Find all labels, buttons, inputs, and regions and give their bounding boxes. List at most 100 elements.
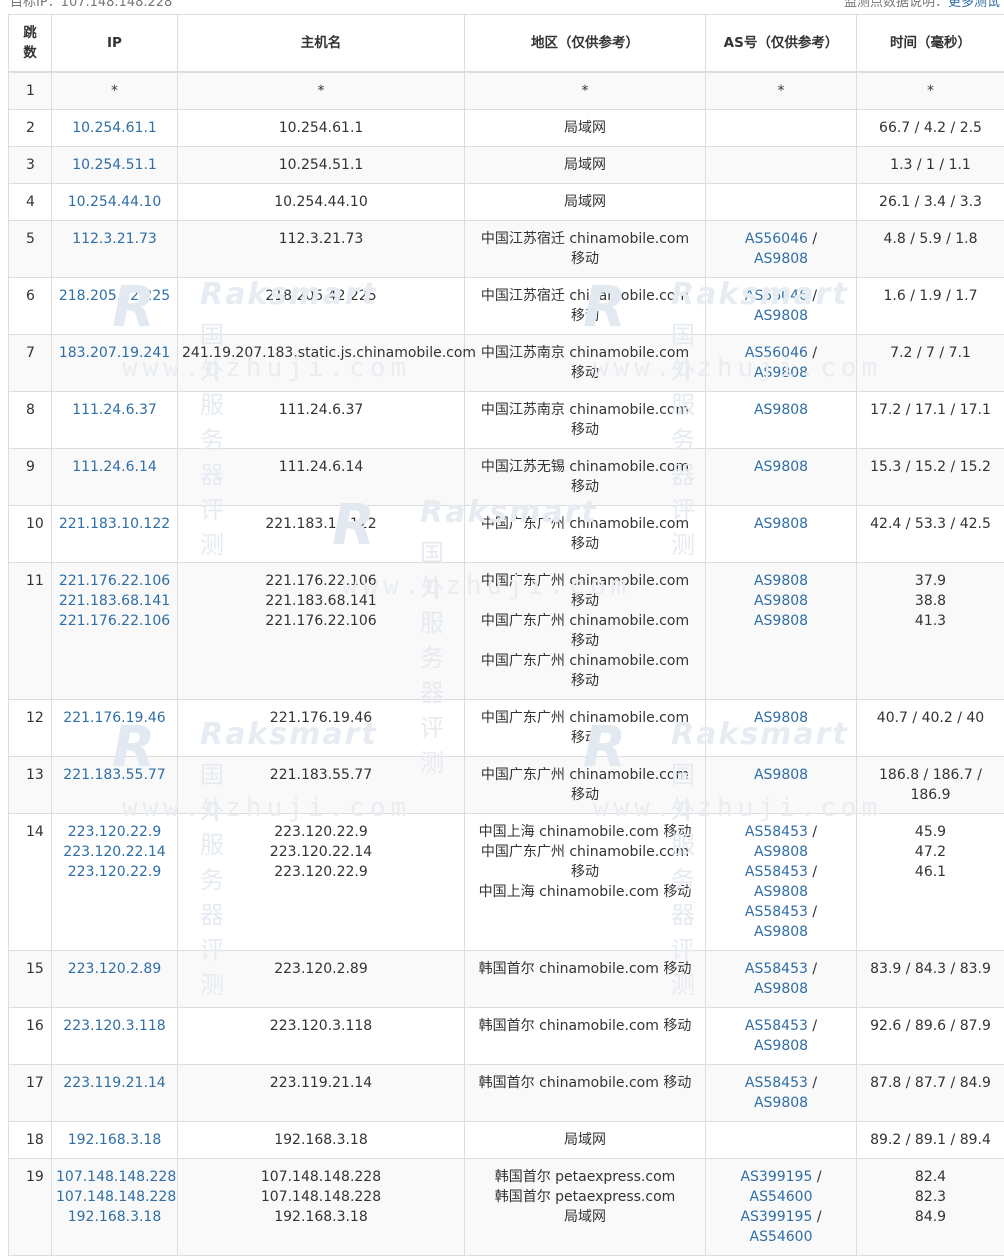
traceroute-table: 跳数 IP 主机名 地区（仅供参考） AS号（仅供参考） 时间（毫秒） 1***… xyxy=(8,14,1004,1256)
hostname-cell: 223.120.2.89 xyxy=(178,951,465,1008)
as-link[interactable]: AS9808 xyxy=(754,1095,808,1111)
table-row: 5112.3.21.73112.3.21.73中国江苏宿迁 chinamobil… xyxy=(9,221,1004,278)
header-as: AS号（仅供参考） xyxy=(706,15,857,73)
as-cell: AS9808 xyxy=(706,757,857,814)
ip-link[interactable]: 218.205.42.225 xyxy=(56,286,173,306)
as-link[interactable]: AS58453 xyxy=(745,864,808,880)
as-link[interactable]: AS9808 xyxy=(754,365,808,381)
as-link[interactable]: AS9808 xyxy=(754,767,808,783)
as-link[interactable]: AS9808 xyxy=(754,710,808,726)
ip-link[interactable]: 192.168.3.18 xyxy=(56,1207,173,1227)
as-line: AS9808 xyxy=(718,457,844,477)
as-cell: AS58453 / AS9808 xyxy=(706,1008,857,1065)
as-link[interactable]: AS9808 xyxy=(754,884,808,900)
as-separator: / xyxy=(808,231,817,247)
as-link[interactable]: AS9808 xyxy=(754,573,808,589)
ip-link[interactable]: 221.176.22.106 xyxy=(56,611,173,631)
table-row: 8111.24.6.37111.24.6.37中国江苏南京 chinamobil… xyxy=(9,392,1004,449)
top-bar: 目标IP：107.148.148.228 监测点数据说明：更多测试 xyxy=(0,0,1004,11)
ip-link[interactable]: 112.3.21.73 xyxy=(56,229,173,249)
as-link[interactable]: AS9808 xyxy=(754,459,808,475)
as-link[interactable]: AS9808 xyxy=(754,251,808,267)
ip-cell: * xyxy=(52,72,178,110)
ip-link[interactable]: 221.183.10.122 xyxy=(56,514,173,534)
as-separator: / xyxy=(808,1018,817,1034)
region-text: 韩国首尔 chinamobile.com 移动 xyxy=(473,959,697,979)
ip-link[interactable]: 223.120.3.118 xyxy=(56,1016,173,1036)
ip-cell: 10.254.44.10 xyxy=(52,184,178,221)
ip-link[interactable]: 111.24.6.14 xyxy=(56,457,173,477)
ip-link[interactable]: 223.120.2.89 xyxy=(56,959,173,979)
time-cell: 17.2 / 17.1 / 17.1 xyxy=(857,392,1004,449)
ip-cell: 111.24.6.37 xyxy=(52,392,178,449)
ip-link[interactable]: 223.120.22.14 xyxy=(56,842,173,862)
region-text: 中国江苏南京 chinamobile.com 移动 xyxy=(473,343,697,383)
as-link[interactable]: AS54600 xyxy=(750,1229,813,1245)
ip-cell: 221.176.19.46 xyxy=(52,700,178,757)
as-link[interactable]: AS56046 xyxy=(745,345,808,361)
ip-link[interactable]: 10.254.61.1 xyxy=(56,118,173,138)
as-line: AS56046 / AS9808 xyxy=(718,343,844,383)
time-text: 17.2 / 17.1 / 17.1 xyxy=(867,400,994,420)
as-link[interactable]: AS58453 xyxy=(745,824,808,840)
as-link[interactable]: AS58453 xyxy=(745,1018,808,1034)
as-link[interactable]: AS56046 xyxy=(745,231,808,247)
as-cell: AS9808 AS9808 AS9808 xyxy=(706,563,857,700)
ip-link[interactable]: 107.148.148.228 xyxy=(56,1187,173,1207)
hostname-text: 223.120.22.9 xyxy=(182,822,460,842)
table-row: 18192.168.3.18192.168.3.18局域网89.2 / 89.1… xyxy=(9,1122,1004,1159)
ip-link[interactable]: 223.120.22.9 xyxy=(56,822,173,842)
hostname-text: 111.24.6.37 xyxy=(182,400,460,420)
more-tests-link[interactable]: 更多测试 xyxy=(948,0,1000,10)
ip-link[interactable]: 221.176.22.106 xyxy=(56,571,173,591)
ip-link[interactable]: 183.207.19.241 xyxy=(56,343,173,363)
hostname-text: 10.254.44.10 xyxy=(182,192,460,212)
as-link[interactable]: AS9808 xyxy=(754,308,808,324)
region-cell: 韩国首尔 chinamobile.com 移动 xyxy=(465,1065,706,1122)
hostname-text: 111.24.6.14 xyxy=(182,457,460,477)
ip-link[interactable]: 192.168.3.18 xyxy=(56,1130,173,1150)
ip-cell: 10.254.61.1 xyxy=(52,110,178,147)
ip-link[interactable]: 221.183.68.141 xyxy=(56,591,173,611)
as-link[interactable]: AS9808 xyxy=(754,924,808,940)
as-cell xyxy=(706,184,857,221)
as-link[interactable]: AS9808 xyxy=(754,981,808,997)
as-link[interactable]: AS58453 xyxy=(745,904,808,920)
time-text: 1.3 / 1 / 1.1 xyxy=(867,155,994,175)
ip-link[interactable]: 223.120.22.9 xyxy=(56,862,173,882)
ip-link[interactable]: 10.254.44.10 xyxy=(56,192,173,212)
as-link[interactable]: AS9808 xyxy=(754,516,808,532)
hostname-cell: 111.24.6.14 xyxy=(178,449,465,506)
hostname-cell: 218.205.42.225 xyxy=(178,278,465,335)
as-link[interactable]: AS58453 xyxy=(745,961,808,977)
as-link[interactable]: AS9808 xyxy=(754,402,808,418)
ip-cell: 192.168.3.18 xyxy=(52,1122,178,1159)
ip-link[interactable]: 111.24.6.37 xyxy=(56,400,173,420)
region-text: 韩国首尔 petaexpress.com xyxy=(473,1187,697,1207)
region-text: 中国广东广州 chinamobile.com 移动 xyxy=(473,651,697,691)
ip-link[interactable]: 221.176.19.46 xyxy=(56,708,173,728)
as-link[interactable]: AS399195 xyxy=(740,1169,812,1185)
ip-link[interactable]: 221.183.55.77 xyxy=(56,765,173,785)
ip-link[interactable]: 223.119.21.14 xyxy=(56,1073,173,1093)
as-link[interactable]: AS9808 xyxy=(754,1038,808,1054)
time-cell: 92.6 / 89.6 / 87.9 xyxy=(857,1008,1004,1065)
ip-link[interactable]: 10.254.51.1 xyxy=(56,155,173,175)
time-cell: 4.8 / 5.9 / 1.8 xyxy=(857,221,1004,278)
as-link[interactable]: AS56046 xyxy=(745,288,808,304)
as-link[interactable]: AS9808 xyxy=(754,593,808,609)
ip-link[interactable]: 107.148.148.228 xyxy=(56,1167,173,1187)
as-link[interactable]: AS399195 xyxy=(740,1209,812,1225)
as-link[interactable]: AS9808 xyxy=(754,844,808,860)
as-link[interactable]: AS54600 xyxy=(750,1189,813,1205)
time-cell: 1.3 / 1 / 1.1 xyxy=(857,147,1004,184)
ip-cell: 221.183.55.77 xyxy=(52,757,178,814)
region-cell: * xyxy=(465,72,706,110)
region-cell: 韩国首尔 chinamobile.com 移动 xyxy=(465,951,706,1008)
as-link[interactable]: AS9808 xyxy=(754,613,808,629)
as-line: AS56046 / AS9808 xyxy=(718,229,844,269)
hop-number: 10 xyxy=(9,506,52,563)
hostname-cell: 221.176.22.106221.183.68.141221.176.22.1… xyxy=(178,563,465,700)
as-link[interactable]: AS58453 xyxy=(745,1075,808,1091)
table-row: 210.254.61.110.254.61.1局域网66.7 / 4.2 / 2… xyxy=(9,110,1004,147)
